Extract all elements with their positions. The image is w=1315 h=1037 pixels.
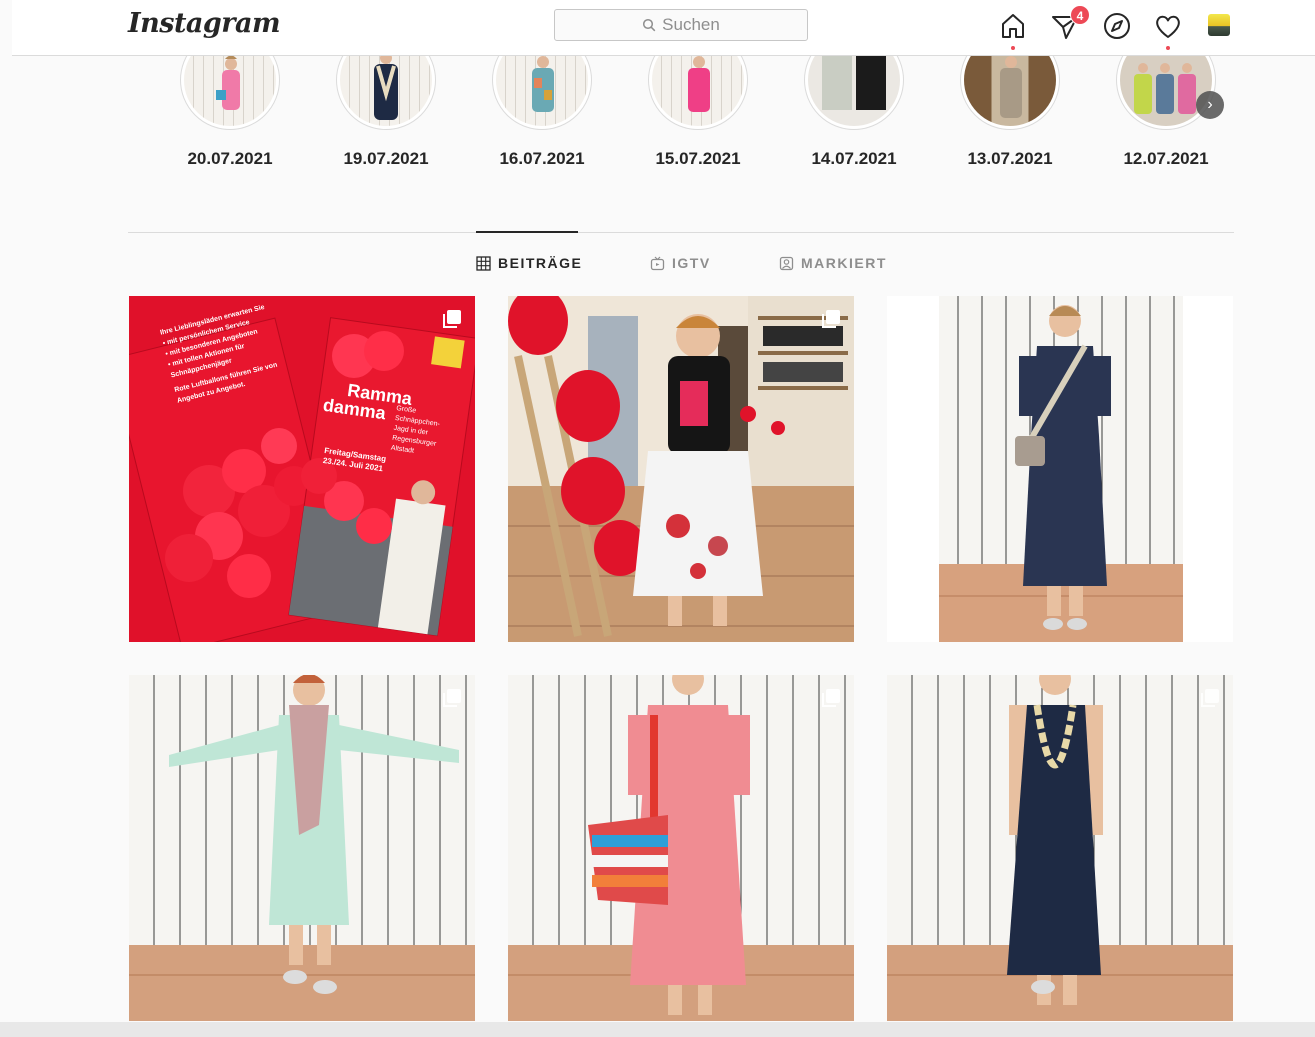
- highlight-date: 20.07.2021: [187, 149, 273, 168]
- post-navy-dress-bag[interactable]: [887, 296, 1233, 642]
- highlight-date: 15.07.2021: [655, 149, 741, 168]
- chevron-right-icon: ›: [1207, 96, 1213, 113]
- tab-tagged-label: MARKIERT: [801, 255, 887, 271]
- mint-dress-photo: [129, 675, 475, 1021]
- navy-sleeveless-photo: [887, 675, 1233, 1021]
- tab-posts-label: BEITRÄGE: [498, 255, 583, 271]
- compass-icon: [1104, 13, 1130, 39]
- home-button[interactable]: [998, 11, 1028, 50]
- igtv-icon: [650, 256, 665, 270]
- tab-tagged[interactable]: MARKIERT: [779, 255, 887, 271]
- instagram-logo[interactable]: Instagram: [128, 8, 281, 39]
- home-icon: [1002, 14, 1024, 38]
- highlight-date: 12.07.2021: [1123, 149, 1209, 168]
- carousel-icon: [443, 689, 461, 707]
- search-placeholder: Suchen: [662, 15, 720, 34]
- store-photo: [508, 296, 854, 642]
- post-flyer[interactable]: Ihre Lieblingsläden erwarten Sie • mit p…: [129, 296, 475, 642]
- home-notification-dot: [1011, 46, 1015, 50]
- grid-icon: [476, 255, 491, 271]
- carousel-icon: [443, 310, 461, 328]
- active-tab-indicator: [476, 231, 578, 233]
- pink-dress-photo: [508, 675, 854, 1021]
- carousel-icon: [822, 689, 840, 707]
- post-pink-dress[interactable]: [508, 675, 854, 1021]
- heart-icon: [1156, 15, 1180, 38]
- instagram-profile-page: Instagram Suchen 4 20.07.2021 19.07.2021…: [0, 0, 1315, 1037]
- navy-dress-photo: [887, 296, 1233, 642]
- highlight-date: 13.07.2021: [967, 149, 1053, 168]
- post-store-balloons[interactable]: [508, 296, 854, 642]
- tabs-divider: [128, 232, 1234, 233]
- explore-button[interactable]: [1102, 11, 1132, 41]
- top-navigation-bar: Instagram Suchen 4: [12, 0, 1315, 56]
- search-icon: [643, 18, 656, 32]
- flyer-subtitle: Große Schnäppchen- Jagd in der Regensbur…: [390, 404, 442, 460]
- tab-posts[interactable]: BEITRÄGE: [476, 255, 582, 271]
- tagged-icon: [779, 256, 794, 270]
- carousel-icon: [822, 310, 840, 328]
- highlight-date: 19.07.2021: [343, 149, 429, 168]
- profile-avatar[interactable]: [1208, 14, 1230, 36]
- highlight-date: 16.07.2021: [499, 149, 585, 168]
- tab-igtv[interactable]: IGTV: [650, 255, 711, 271]
- highlight-date: 14.07.2021: [811, 149, 897, 168]
- post-mint-dress[interactable]: [129, 675, 475, 1021]
- post-navy-sleeveless-dress[interactable]: [887, 675, 1233, 1021]
- direct-badge: 4: [1070, 5, 1090, 25]
- search-input[interactable]: Suchen: [554, 9, 808, 41]
- window-bottom-edge: [0, 1022, 1315, 1037]
- tab-igtv-label: IGTV: [672, 255, 711, 271]
- story-highlights: 20.07.2021 19.07.2021 16.07.2021 15.07.2…: [0, 30, 1315, 186]
- direct-messages-button[interactable]: 4: [1050, 5, 1090, 41]
- highlights-next-button[interactable]: ›: [1196, 91, 1224, 119]
- activity-button[interactable]: [1153, 11, 1183, 50]
- activity-notification-dot: [1166, 46, 1170, 50]
- carousel-icon: [1201, 689, 1219, 707]
